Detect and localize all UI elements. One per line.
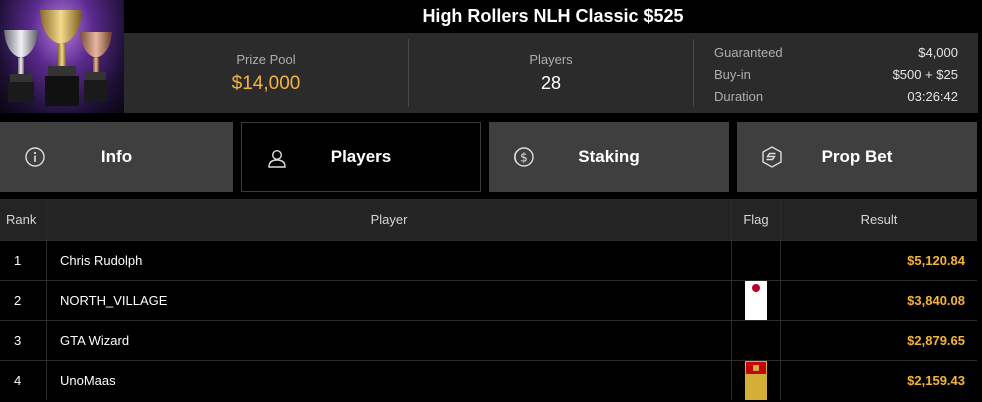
latvia-flag-icon bbox=[745, 241, 767, 280]
rank-cell: 3 bbox=[14, 333, 22, 348]
result-amount: $5,120.84 bbox=[780, 241, 965, 280]
players-label: Players bbox=[529, 52, 573, 67]
tab-staking[interactable]: $ Staking bbox=[489, 122, 729, 192]
tab-prop-bet[interactable]: Prop Bet bbox=[737, 122, 977, 192]
duration-label: Duration bbox=[714, 88, 764, 104]
column-rank: Rank bbox=[6, 212, 37, 227]
players-count: 28 bbox=[540, 73, 562, 93]
tournament-details: Guaranteed $4,000 Buy-in $500 + $25 Dura… bbox=[694, 33, 978, 113]
tournament-title: High Rollers NLH Classic $525 bbox=[124, 0, 982, 33]
tournament-stats-bar: Prize Pool $14,000 Players 28 Guaranteed… bbox=[124, 33, 978, 113]
prize-pool-label: Prize Pool bbox=[236, 51, 296, 67]
rank-cell: 4 bbox=[14, 373, 22, 388]
players-stat: Players 28 bbox=[409, 33, 693, 113]
buy-in-label: Buy-in bbox=[714, 66, 751, 82]
rank-cell: 1 bbox=[14, 253, 22, 268]
rank-cell: 2 bbox=[14, 293, 22, 308]
tab-players[interactable]: Players bbox=[241, 122, 481, 192]
buy-in-value: $500 + $25 bbox=[892, 66, 958, 82]
result-amount: $2,879.65 bbox=[780, 321, 965, 360]
tab-staking-label: Staking bbox=[578, 147, 640, 166]
tournament-trophy-image bbox=[0, 0, 124, 113]
result-amount: $3,840.08 bbox=[780, 281, 965, 320]
japan-flag-icon bbox=[745, 281, 767, 320]
player-name: GTA Wizard bbox=[46, 321, 731, 360]
player-name: Chris Rudolph bbox=[46, 241, 731, 280]
table-row[interactable]: 2 NORTH_VILLAGE $3,840.08 bbox=[0, 280, 977, 320]
column-player: Player bbox=[46, 199, 731, 240]
flag-cell bbox=[731, 241, 780, 280]
tab-players-label: Players bbox=[330, 147, 392, 166]
prize-pool-value: $14,000 bbox=[231, 72, 301, 94]
tab-info[interactable]: Info bbox=[0, 122, 233, 192]
flag-cell bbox=[731, 361, 780, 400]
column-flag: Flag bbox=[731, 199, 780, 240]
russia-flag-icon bbox=[745, 321, 767, 360]
guaranteed-label: Guaranteed bbox=[714, 44, 783, 60]
duration-row: Duration 03:26:42 bbox=[714, 85, 958, 107]
tournament-tabs: Info Players $ Staking Prop Bet bbox=[0, 122, 982, 192]
duration-value: 03:26:42 bbox=[907, 88, 958, 104]
flag-cell bbox=[731, 321, 780, 360]
tab-prop-bet-label: Prop Bet bbox=[821, 147, 893, 166]
players-table-header: Rank Player Flag Result bbox=[0, 199, 977, 240]
table-row[interactable]: 3 GTA Wizard $2,879.65 bbox=[0, 320, 977, 360]
tab-info-label: Info bbox=[100, 147, 133, 166]
player-name: NORTH_VILLAGE bbox=[46, 281, 731, 320]
buy-in-row: Buy-in $500 + $25 bbox=[714, 63, 958, 85]
prize-pool-stat: Prize Pool $14,000 bbox=[124, 33, 408, 113]
guaranteed-row: Guaranteed $4,000 bbox=[714, 41, 958, 63]
table-row[interactable]: 4 UnoMaas $2,159.43 bbox=[0, 360, 977, 400]
table-row[interactable]: 1 Chris Rudolph $5,120.84 bbox=[0, 240, 977, 280]
player-name: UnoMaas bbox=[46, 361, 731, 400]
guaranteed-value: $4,000 bbox=[918, 44, 958, 60]
result-amount: $2,159.43 bbox=[780, 361, 965, 400]
montenegro-flag-icon bbox=[745, 361, 767, 400]
flag-cell bbox=[731, 281, 780, 320]
column-result: Result bbox=[780, 199, 977, 240]
